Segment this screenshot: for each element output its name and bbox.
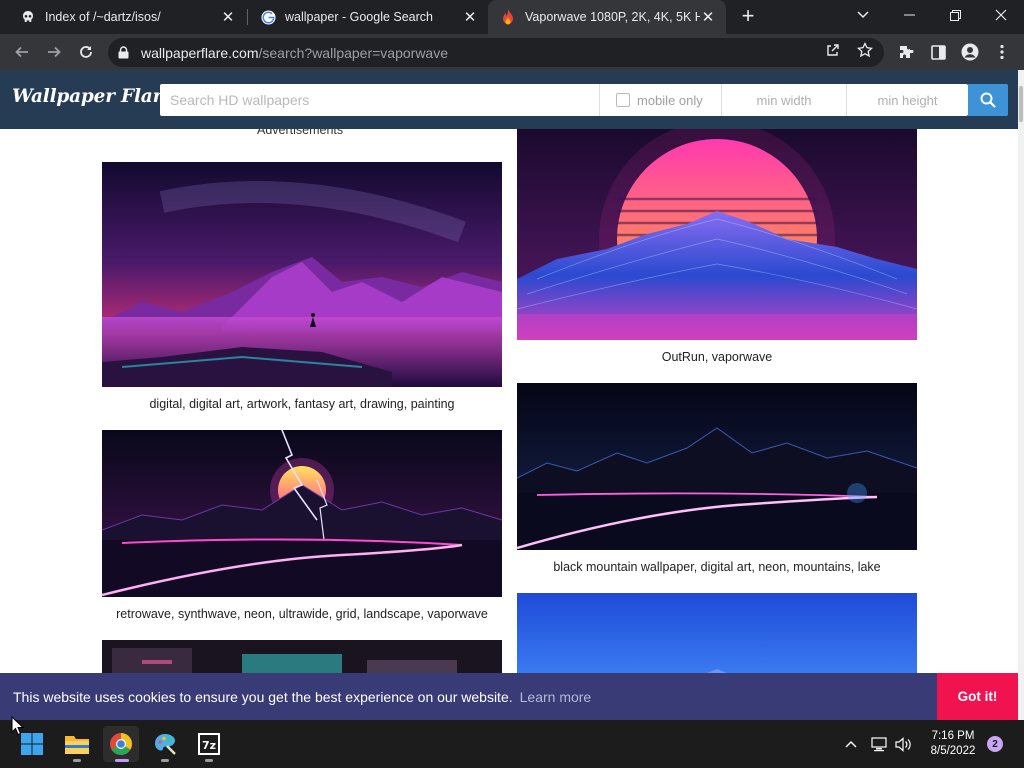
wallpaper-thumbnail[interactable] (102, 162, 502, 387)
scrollbar-thumb[interactable] (1019, 86, 1023, 122)
share-icon[interactable] (824, 41, 842, 59)
windows-taskbar: 7z 7:16 PM 8/5/2022 2 (0, 720, 1024, 768)
7zip-icon: 7z (198, 733, 220, 755)
notification-badge[interactable]: 2 (987, 736, 1003, 752)
show-hidden-icons-chevron-icon[interactable] (841, 734, 861, 754)
site-logo[interactable]: Wallpaper Flare (12, 86, 174, 107)
file-explorer-button[interactable] (59, 726, 95, 762)
page-scrollbar[interactable] (1018, 70, 1024, 720)
new-tab-button[interactable]: + (737, 5, 759, 27)
wallpaper-thumbnail[interactable] (517, 383, 917, 550)
clock-date: 8/5/2022 (930, 745, 976, 757)
close-window-button[interactable] (978, 0, 1024, 30)
url-path: /search?wallpaper=vaporwave (258, 44, 449, 61)
search-input[interactable]: Search HD wallpapers (160, 84, 600, 116)
running-indicator (161, 759, 169, 762)
search-icon (980, 92, 996, 108)
learn-more-link[interactable]: Learn more (520, 689, 592, 705)
chrome-icon (110, 733, 132, 755)
system-clock[interactable]: 7:16 PM 8/5/2022 (922, 729, 984, 759)
tab-vaporwave[interactable]: Vaporwave 1080P, 2K, 4K, 5K HD ✕ (488, 0, 726, 34)
neon-city-image (102, 640, 502, 673)
minimize-button[interactable] (886, 0, 932, 30)
min-height-input[interactable]: min height (847, 84, 968, 116)
got-it-button[interactable]: Got it! (937, 673, 1018, 720)
url-host: wallpaperflare.com (141, 44, 259, 61)
skull-icon (20, 9, 36, 25)
tab-search-icon[interactable] (840, 0, 886, 30)
menu-kebab-icon[interactable] (992, 42, 1012, 62)
page-viewport: Advertisements digital, digital art, art… (0, 70, 1018, 720)
wallpaper-thumbnail[interactable] (517, 129, 917, 340)
paint-icon (155, 734, 176, 755)
address-bar[interactable]: wallpaperflare.com/search?wallpaper=vapo… (108, 38, 884, 67)
mobile-only-label: mobile only (637, 92, 703, 108)
running-indicator (73, 759, 81, 762)
running-indicator (115, 759, 129, 762)
7zip-button[interactable]: 7z (191, 726, 227, 762)
close-tab-icon[interactable]: ✕ (220, 9, 236, 26)
forward-button[interactable] (40, 38, 68, 66)
reload-button[interactable] (72, 38, 100, 66)
cookie-banner: This website uses cookies to ensure you … (0, 673, 1018, 720)
retrowave-lightning-image (102, 430, 502, 597)
tab-index-dartz[interactable]: Index of /~dartz/isos/ ✕ (8, 0, 246, 34)
network-icon[interactable] (869, 734, 889, 754)
tab-google-search[interactable]: wallpaper - Google Search ✕ (248, 0, 488, 34)
outrun-sun-image (517, 129, 917, 340)
cookie-message: This website uses cookies to ensure you … (13, 688, 513, 705)
back-button[interactable] (8, 38, 36, 66)
wallpaperflare-icon (500, 9, 516, 25)
clock-time: 7:16 PM (931, 730, 975, 742)
extensions-icon[interactable] (896, 42, 916, 62)
site-header: Wallpaper Flare Search HD wallpapers mob… (0, 70, 1018, 129)
close-tab-icon[interactable]: ✕ (462, 9, 478, 26)
wallpaper-caption[interactable]: digital, digital art, artwork, fantasy a… (102, 397, 502, 411)
mobile-only-checkbox[interactable] (616, 93, 630, 107)
mobile-only-toggle[interactable]: mobile only (600, 84, 722, 116)
side-panel-icon[interactable] (928, 42, 948, 62)
bookmark-star-icon[interactable] (856, 41, 874, 59)
blue-sky-image (517, 593, 917, 673)
wallpaper-caption[interactable]: black mountain wallpaper, digital art, n… (517, 560, 917, 574)
tab-title: Vaporwave 1080P, 2K, 4K, 5K HD (525, 10, 700, 24)
tab-title: wallpaper - Google Search (285, 10, 433, 24)
volume-icon[interactable] (893, 734, 913, 754)
wallpaper-thumbnail[interactable] (517, 593, 917, 673)
wallpaper-thumbnail[interactable] (102, 640, 502, 673)
chrome-button[interactable] (103, 726, 139, 762)
search-form: Search HD wallpapers mobile only min wid… (160, 84, 968, 116)
svg-text:7z: 7z (202, 739, 216, 752)
lock-icon[interactable] (118, 46, 132, 60)
tab-title: Index of /~dartz/isos/ (45, 10, 161, 24)
mouse-cursor-icon (11, 716, 25, 736)
paint-button[interactable] (147, 726, 183, 762)
url-text: wallpaperflare.com/search?wallpaper=vapo… (141, 45, 448, 61)
min-width-input[interactable]: min width (722, 84, 847, 116)
profile-icon[interactable] (960, 42, 980, 62)
browser-toolbar: wallpaperflare.com/search?wallpaper=vapo… (0, 34, 1024, 70)
search-button[interactable] (968, 84, 1008, 116)
close-tab-icon[interactable]: ✕ (700, 9, 716, 26)
purple-mountains-image (102, 162, 502, 387)
google-icon (260, 9, 276, 25)
wallpaper-caption[interactable]: OutRun, vaporwave (517, 350, 917, 364)
wallpaper-thumbnail[interactable] (102, 430, 502, 597)
wallpaper-caption[interactable]: retrowave, synthwave, neon, ultrawide, g… (102, 607, 502, 621)
tab-strip: Index of /~dartz/isos/ ✕ wallpaper - Goo… (0, 0, 1024, 34)
running-indicator (205, 759, 213, 762)
folder-icon (65, 736, 89, 754)
neon-mountain-lake-image (517, 383, 917, 550)
restore-button[interactable] (932, 0, 978, 30)
